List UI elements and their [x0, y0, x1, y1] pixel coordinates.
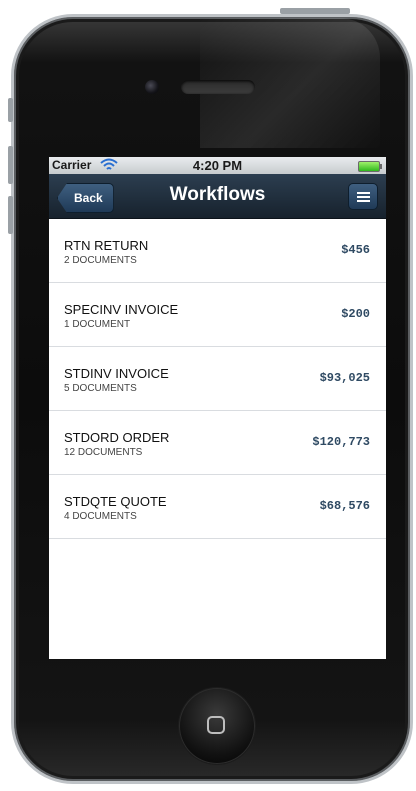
- list-item[interactable]: STDINV INVOICE 5 DOCUMENTS $93,025: [49, 347, 386, 411]
- list-item[interactable]: SPECINV INVOICE 1 DOCUMENT $200: [49, 283, 386, 347]
- workflow-title: SPECINV INVOICE: [64, 302, 179, 317]
- workflow-subtitle: 5 DOCUMENTS: [64, 383, 137, 394]
- volume-up-button[interactable]: [8, 146, 13, 184]
- status-bar: Carrier 4:20 PM: [49, 157, 386, 174]
- workflow-amount: $120,773: [312, 435, 370, 449]
- screen: Carrier 4:20 PM Back Workflows RTN RETUR…: [49, 157, 386, 659]
- front-camera: [145, 80, 159, 94]
- list-item[interactable]: STDQTE QUOTE 4 DOCUMENTS $68,576: [49, 475, 386, 539]
- workflow-list: RTN RETURN 2 DOCUMENTS $456 SPECINV INVO…: [49, 219, 386, 539]
- workflow-amount: $456: [341, 243, 370, 257]
- workflow-amount: $68,576: [319, 499, 370, 513]
- workflow-title: STDINV INVOICE: [64, 366, 169, 381]
- workflow-amount: $200: [341, 307, 370, 321]
- workflow-title: STDORD ORDER: [64, 430, 170, 445]
- workflow-amount: $93,025: [319, 371, 370, 385]
- workflow-title: RTN RETURN: [64, 238, 149, 253]
- home-square-icon: [207, 716, 225, 734]
- home-button-icon[interactable]: [179, 688, 255, 764]
- workflow-subtitle: 1 DOCUMENT: [64, 319, 131, 330]
- list-item[interactable]: RTN RETURN 2 DOCUMENTS $456: [49, 219, 386, 283]
- navigation-bar: Back Workflows: [49, 174, 386, 219]
- power-button[interactable]: [280, 8, 350, 14]
- list-item[interactable]: STDORD ORDER 12 DOCUMENTS $120,773: [49, 411, 386, 475]
- workflow-subtitle: 2 DOCUMENTS: [64, 255, 137, 266]
- volume-down-button[interactable]: [8, 196, 13, 234]
- workflow-subtitle: 4 DOCUMENTS: [64, 511, 137, 522]
- status-time: 4:20 PM: [192, 158, 243, 173]
- mute-switch[interactable]: [8, 98, 13, 122]
- workflow-title: STDQTE QUOTE: [64, 494, 167, 509]
- workflow-subtitle: 12 DOCUMENTS: [64, 447, 143, 458]
- hamburger-menu-icon[interactable]: [348, 183, 378, 210]
- battery-icon: [358, 161, 382, 172]
- page-title: Workflows: [169, 184, 266, 205]
- earpiece-speaker: [181, 80, 255, 94]
